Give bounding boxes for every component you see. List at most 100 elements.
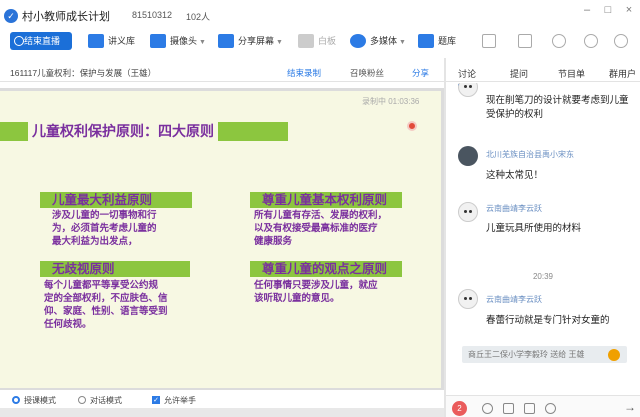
- question-bank-icon: [418, 34, 434, 48]
- chat-timestamp: 20:39: [532, 272, 554, 281]
- message-line: 受保护的权利: [486, 109, 544, 120]
- room-id: 81510312: [132, 10, 173, 20]
- gift-button[interactable]: 2: [452, 401, 467, 416]
- sender-name: 北川羌族自治县禹小宋东: [486, 150, 574, 159]
- folder-icon[interactable]: [518, 34, 532, 48]
- body-line: 仰、家庭、性别、语言等受到: [44, 306, 168, 317]
- title-bar: ✓ 村小教师成长计划 81510312 102人 – □ ×: [0, 0, 640, 30]
- slide-stage: 录制中 01:03:36 儿童权利保护原则：四大原则 儿童最大利益原则 涉及儿童…: [0, 88, 444, 390]
- section-body: 涉及儿童的一切事物和行 为，必须首先考虑儿童的 最大利益为出发点，: [52, 209, 192, 248]
- slide-title: 儿童权利保护原则：四大原则: [28, 122, 218, 141]
- window-title: 村小教师成长计划: [22, 11, 110, 23]
- body-line: 任何事情只要涉及儿童，就应: [254, 280, 378, 291]
- settings-icon[interactable]: [584, 34, 598, 48]
- course-title: 161117儿童权利：保护与发展（王雄）: [10, 68, 157, 78]
- minimize-icon[interactable]: –: [580, 3, 594, 17]
- document-icon: [88, 34, 104, 48]
- tab-group-users[interactable]: 群用户: [609, 67, 636, 80]
- share-screen-label: 分享屏幕: [238, 36, 275, 46]
- body-line: 定的全部权利，不应肤色、信: [44, 293, 168, 304]
- sender-name: 云南曲靖李云跃: [486, 295, 542, 304]
- image-icon[interactable]: [524, 403, 535, 414]
- lecture-mode-radio[interactable]: [12, 396, 20, 404]
- emoji-icon[interactable]: [482, 403, 493, 414]
- power-icon: [14, 36, 24, 46]
- raise-hand-label: 允许举手: [164, 396, 196, 405]
- body-line: 任何歧视。: [44, 319, 92, 330]
- dialog-mode-radio[interactable]: [78, 396, 86, 404]
- end-live-label: 结束直播: [24, 36, 61, 46]
- message-line: 现在削笔刀的设计就要考虑到儿童: [486, 95, 629, 106]
- body-line: 每个儿童都平等享受公约规: [44, 280, 159, 291]
- whiteboard-icon: [298, 34, 314, 48]
- body-line: 所有儿童有存活、发展的权利，: [254, 210, 388, 221]
- body-line: 健康服务: [254, 236, 293, 247]
- body-line: 以及有权接受最高标准的医疗: [254, 223, 378, 234]
- whiteboard-label: 白板: [318, 36, 337, 46]
- send-arrow-icon[interactable]: →: [624, 400, 636, 414]
- chat-message: 这种太常见！: [486, 170, 544, 181]
- camera-label: 摄像头: [170, 36, 198, 46]
- share-icon[interactable]: [552, 34, 566, 48]
- dropdown-arrow-icon: ▼: [276, 39, 283, 46]
- toolbar: 结束直播 讲义库 摄像头 ▼ 分享屏幕 ▼ 白板 多媒体 ▼ 题库: [0, 30, 640, 54]
- multimedia-label: 多媒体: [370, 36, 398, 46]
- camera-icon: [150, 34, 166, 48]
- dropdown-arrow-icon: ▼: [399, 39, 406, 46]
- bag-icon[interactable]: [482, 34, 496, 48]
- chat-message: 现在削笔刀的设计就要考虑到儿童 受保护的权利: [486, 94, 638, 122]
- record-indicator-icon: [407, 121, 417, 131]
- chat-list: 现在削笔刀的设计就要考虑到儿童 受保护的权利 北川羌族自治县禹小宋东 这种太常见…: [446, 83, 640, 393]
- question-bank-label: 题库: [438, 36, 457, 46]
- avatar: [458, 202, 478, 222]
- section-heading: 尊重儿童基本权利原则: [250, 192, 402, 208]
- section-heading: 无歧视原则: [40, 261, 190, 277]
- whiteboard-button[interactable]: 白板: [298, 33, 336, 49]
- more-icon[interactable]: [614, 34, 628, 48]
- bottom-strip: [0, 408, 444, 417]
- camera-button[interactable]: 摄像头 ▼: [150, 33, 206, 49]
- sender-name: 云南曲靖李云跃: [486, 204, 542, 213]
- avatar: [458, 83, 478, 97]
- clock-icon[interactable]: [545, 403, 556, 414]
- summon-fans-button[interactable]: 召唤粉丝: [350, 67, 384, 79]
- body-line: 该听取儿童的意见。: [254, 293, 340, 304]
- body-line: 涉及儿童的一切事物和行: [52, 210, 157, 221]
- chat-input-bar: 2 →: [446, 395, 640, 417]
- scissors-icon[interactable]: [503, 403, 514, 414]
- tab-program[interactable]: 节目单: [558, 67, 585, 80]
- avatar: [458, 146, 478, 166]
- end-live-button[interactable]: 结束直播: [10, 32, 72, 50]
- section-heading: 儿童最大利益原则: [40, 192, 192, 208]
- question-bank-button[interactable]: 题库: [418, 33, 456, 49]
- lecture-library-label: 讲义库: [108, 36, 136, 46]
- dropdown-arrow-icon: ▼: [199, 39, 206, 46]
- maximize-icon[interactable]: □: [601, 3, 615, 17]
- end-record-button[interactable]: 结束录制: [287, 67, 321, 79]
- section-body: 每个儿童都平等享受公约规 定的全部权利，不应肤色、信 仰、家庭、性别、语言等受到…: [44, 279, 194, 331]
- multimedia-icon: [350, 34, 366, 48]
- share-button[interactable]: 分享: [412, 67, 429, 79]
- close-icon[interactable]: ×: [622, 3, 636, 17]
- gift-notice: 商丘王二保小学李毅玲 送给 王雄: [462, 346, 627, 363]
- panel-tabs: 讨论 提问 节目单 群用户: [446, 62, 640, 86]
- course-bar: 161117儿童权利：保护与发展（王雄） 结束录制 召唤粉丝 分享: [0, 62, 444, 82]
- member-count: 102人: [186, 12, 211, 22]
- screen-share-icon: [218, 34, 234, 48]
- slide: 录制中 01:03:36 儿童权利保护原则：四大原则 儿童最大利益原则 涉及儿童…: [0, 91, 441, 388]
- lecture-library-button[interactable]: 讲义库: [88, 33, 135, 49]
- chat-message: 儿童玩具所使用的材料: [486, 223, 582, 234]
- app-logo-icon: ✓: [4, 9, 18, 23]
- multimedia-button[interactable]: 多媒体 ▼: [350, 33, 406, 49]
- raise-hand-checkbox[interactable]: ✓: [152, 396, 160, 404]
- gift-icon: [608, 349, 620, 361]
- share-screen-button[interactable]: 分享屏幕 ▼: [218, 33, 283, 49]
- tab-questions[interactable]: 提问: [510, 67, 528, 80]
- record-timer: 录制中 01:03:36: [362, 97, 420, 106]
- chat-message: 春蕾行动就是专门针对女童的: [486, 315, 610, 326]
- section-body: 所有儿童有存活、发展的权利， 以及有权接受最高标准的医疗 健康服务: [254, 209, 414, 248]
- section-heading: 尊重儿童的观点之原则: [250, 261, 402, 277]
- body-line: 为，必须首先考虑儿童的: [52, 223, 157, 234]
- lecture-mode-label: 授课模式: [24, 396, 56, 405]
- mode-bar: 授课模式 对话模式 ✓ 允许举手: [0, 393, 444, 407]
